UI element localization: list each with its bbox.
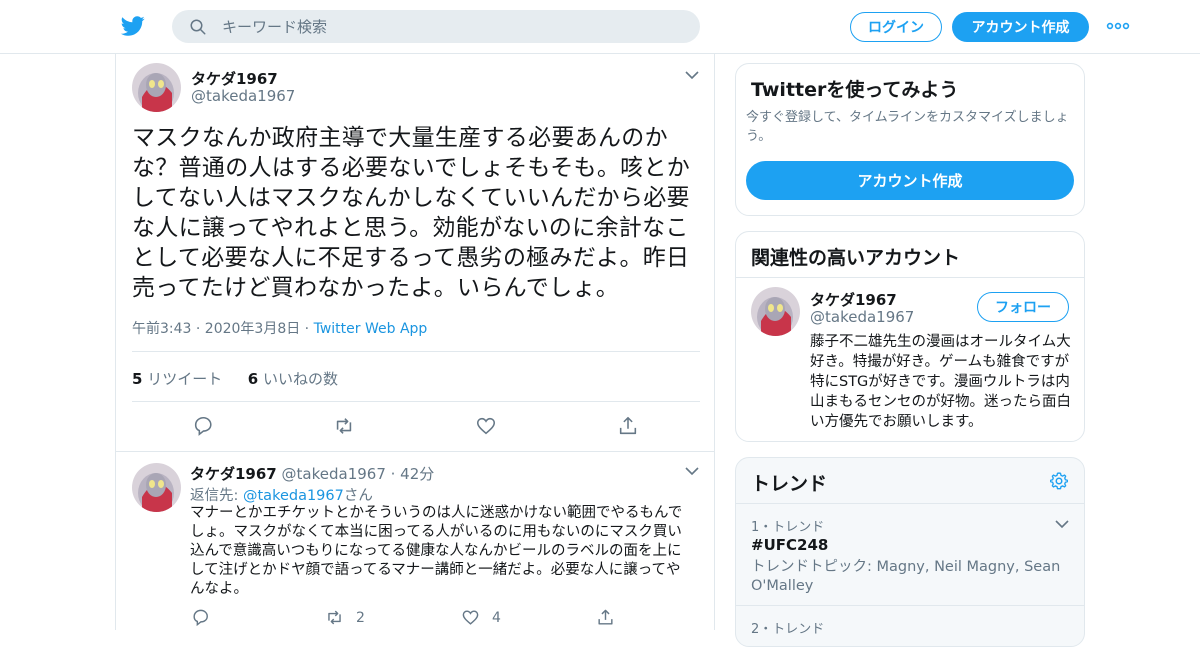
reply-to: 返信先: @takeda1967さん: [190, 484, 373, 505]
search-input[interactable]: [222, 10, 682, 43]
top-bar: ログイン アカウント作成: [0, 0, 1200, 54]
tweet-text: マスクなんか政府主導で大量生産する必要あんのかな？普通の人はする必要ないでしょそ…: [132, 125, 691, 301]
tweet-stats: 5 リツイート 6 いいねの数: [132, 368, 338, 389]
signup-card-title: Twitterを使ってみよう: [751, 79, 959, 101]
reply-to-suffix: さん: [343, 488, 373, 504]
gear-icon[interactable]: [1049, 471, 1069, 491]
divider: [132, 401, 700, 402]
reply-to-prefix: 返信先:: [190, 488, 243, 504]
reply-icon[interactable]: [192, 415, 214, 437]
tweet-timestamp: 午前3:43 · 2020年3月8日 · Twitter Web App: [132, 318, 427, 338]
twitter-bird-icon[interactable]: [120, 14, 146, 38]
trends-title: トレンド: [751, 473, 828, 495]
share-action[interactable]: [596, 608, 627, 627]
trend-name[interactable]: #UFC248: [751, 536, 828, 554]
related-account-handle[interactable]: @takeda1967: [810, 308, 914, 326]
trend-rank: 1・トレンド: [751, 520, 825, 535]
share-icon: [598, 609, 613, 625]
avatar[interactable]: [751, 287, 800, 336]
author-handle[interactable]: @takeda1967: [191, 87, 295, 105]
retweet-label: リツイート: [147, 370, 223, 388]
avatar[interactable]: [132, 63, 181, 112]
trend-rank: 2・トレンド: [751, 622, 825, 637]
retweet-count: 5: [132, 370, 143, 388]
trends-card: トレンド 1・トレンド #UFC248 トレンドトピック: Magny, Nei…: [735, 457, 1085, 647]
like-count: 6: [247, 370, 259, 388]
reply-text: マナーとかエチケットとかそういうのは人に迷惑かけない範囲でやるもんでしょ。マスク…: [190, 505, 683, 597]
reply-header: タケダ1967 @takeda1967 · 42分: [190, 463, 434, 484]
reply-action[interactable]: [191, 608, 222, 627]
like-count: 4: [492, 609, 501, 626]
signup-card-button[interactable]: アカウント作成: [746, 161, 1074, 200]
retweet-icon[interactable]: [333, 415, 355, 437]
signup-card-desc: 今すぐ登録して、タイムラインをカスタマイズしましょう。: [746, 110, 1069, 144]
like-icon[interactable]: [475, 415, 497, 437]
like-stat[interactable]: 6 いいねの数: [248, 370, 338, 388]
divider: [132, 351, 700, 352]
search-box[interactable]: [172, 10, 700, 43]
related-account-bio: 藤子不二雄先生の漫画はオールタイム大好き。特撮が好き。ゲームも雑食ですが特にST…: [810, 334, 1071, 430]
tweet-source-link[interactable]: Twitter Web App: [314, 321, 428, 337]
login-button[interactable]: ログイン: [850, 12, 942, 42]
avatar[interactable]: [132, 463, 181, 512]
author-name[interactable]: タケダ1967: [191, 68, 278, 89]
related-account-name[interactable]: タケダ1967: [810, 289, 897, 310]
retweet-count: 2: [356, 609, 365, 626]
retweet-icon: [328, 610, 341, 625]
share-icon[interactable]: [617, 415, 639, 437]
retweet-action[interactable]: 2: [325, 608, 365, 627]
chevron-down-icon[interactable]: [685, 70, 699, 80]
reply-tweet[interactable]: タケダ1967 @takeda1967 · 42分 返信先: @takeda19…: [116, 451, 714, 631]
related-card-title: 関連性の高いアカウント: [751, 247, 961, 269]
more-icon[interactable]: [1106, 20, 1130, 32]
like-action[interactable]: 4: [461, 608, 501, 627]
chevron-down-icon[interactable]: [685, 466, 699, 476]
reply-icon: [193, 609, 208, 627]
trend-description: トレンドトピック: Magny, Neil Magny, Sean O'Mall…: [751, 559, 1061, 594]
like-icon: [462, 610, 479, 625]
search-icon: [190, 19, 206, 35]
trend-item[interactable]: 1・トレンド #UFC248 トレンドトピック: Magny, Neil Mag…: [736, 503, 1084, 605]
trend-item[interactable]: 2・トレンド: [736, 605, 1084, 645]
signup-button[interactable]: アカウント作成: [952, 12, 1089, 42]
divider: [736, 277, 1084, 278]
reply-to-link[interactable]: @takeda1967: [243, 488, 344, 504]
follow-button[interactable]: フォロー: [977, 292, 1069, 322]
retweet-stat[interactable]: 5 リツイート: [132, 370, 222, 388]
reply-author-name[interactable]: タケダ1967: [190, 465, 277, 483]
like-label: いいねの数: [263, 370, 339, 388]
tweet-column: タケダ1967 @takeda1967 マスクなんか政府主導で大量生産する必要あ…: [115, 54, 715, 630]
tweet-time[interactable]: 午前3:43 · 2020年3月8日 ·: [132, 321, 314, 337]
signup-card: Twitterを使ってみよう 今すぐ登録して、タイムラインをカスタマイズしましょ…: [735, 63, 1085, 216]
chevron-down-icon[interactable]: [1055, 519, 1069, 529]
reply-author-handle[interactable]: @takeda1967 · 42分: [282, 465, 435, 483]
related-accounts-card: 関連性の高いアカウント タケダ1967 @takeda1967 フォロー 藤子不…: [735, 231, 1085, 442]
